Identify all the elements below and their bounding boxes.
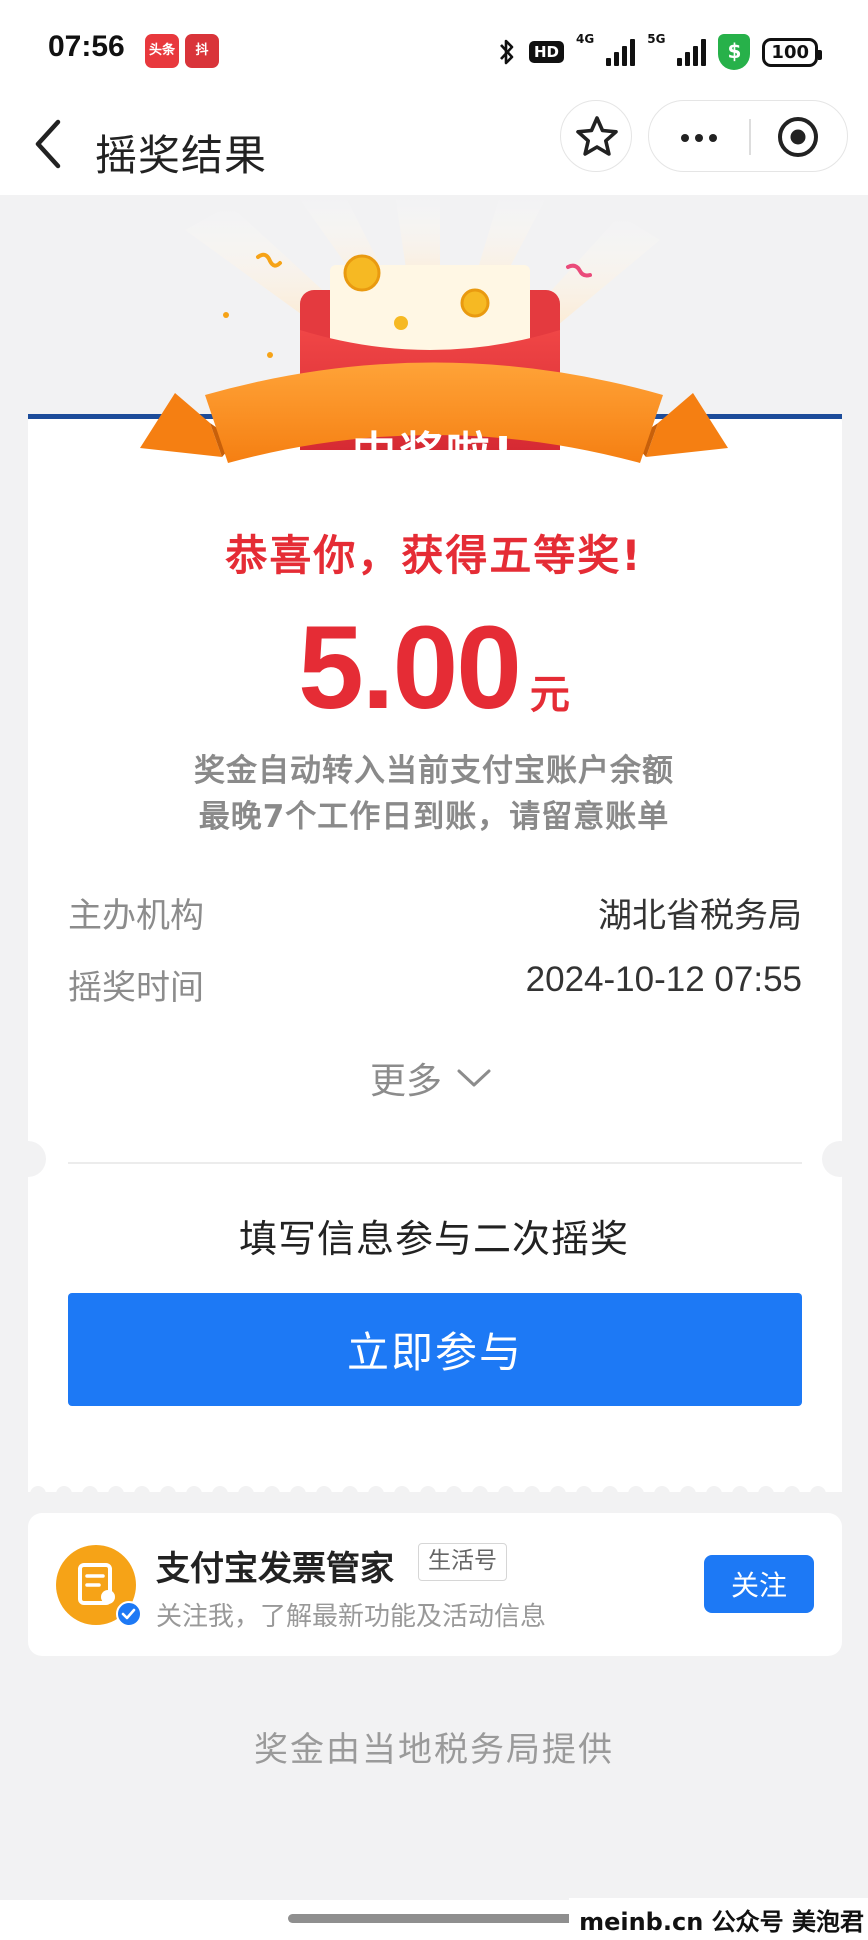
page-title: 摇奖结果 [95, 131, 268, 180]
hd-voice-icon: HD [529, 41, 565, 63]
nav-bar: 摇奖结果 [0, 100, 868, 195]
verified-badge-icon [116, 1601, 142, 1627]
more-toggle[interactable]: 更多 [370, 1050, 492, 1106]
target-circle-icon [778, 117, 818, 157]
prize-note-line-2: 最晚7个工作日到账，请留意账单 [198, 799, 670, 835]
home-indicator[interactable] [288, 1914, 582, 1923]
info-label: 主办机构 [68, 896, 204, 936]
footer-note: 奖金由当地税务局提供 [254, 1730, 614, 1770]
prize-note-line-1: 奖金自动转入当前支付宝账户余额 [194, 753, 674, 789]
signal-bars-icon [606, 38, 636, 66]
network-4g-label: 4G [576, 32, 595, 46]
info-row-organizer: 主办机构 湖北省税务局 [68, 888, 802, 938]
douyin-app-icon: 抖 [185, 34, 219, 68]
back-button[interactable] [28, 114, 88, 174]
scalloped-edge [28, 1478, 842, 1502]
info-label: 摇奖时间 [68, 968, 204, 1008]
card-divider [68, 1162, 802, 1164]
watermark: meinb.cn 公众号 美泡君 [569, 1898, 868, 1940]
join-now-button[interactable]: 立即参与 [68, 1293, 802, 1406]
bluetooth-icon [500, 39, 514, 65]
status-indicators: HD 4G 5G $ 100 [497, 32, 822, 72]
signal-bars-icon [677, 38, 707, 66]
account-description: 关注我，了解最新功能及活动信息 [156, 1602, 547, 1632]
mini-program-capsule [648, 100, 848, 172]
battery-indicator: 100 [762, 37, 822, 67]
card-notch-left [10, 1141, 46, 1177]
follow-button[interactable]: 关注 [704, 1555, 814, 1613]
network-5g-label: 5G [647, 32, 666, 46]
status-time: 07:56 [48, 30, 125, 63]
prize-unit: 元 [529, 672, 570, 718]
congrats-heading: 恭喜你，获得五等奖! [225, 531, 643, 580]
info-value: 2024-10-12 07:55 [525, 960, 802, 999]
winning-banner: 中奖啦! [0, 195, 868, 515]
more-label: 更多 [370, 1061, 443, 1102]
favorite-button[interactable] [560, 100, 632, 172]
account-name: 支付宝发票管家 [156, 1549, 394, 1589]
more-options-button[interactable] [649, 101, 749, 173]
prize-amount-row: 5.00 元 [0, 600, 868, 736]
chevron-left-icon [35, 119, 61, 169]
ribbon-text: 中奖啦! [351, 428, 517, 479]
info-value: 湖北省税务局 [598, 896, 802, 936]
security-shield-icon: $ [718, 34, 751, 70]
info-row-draw-time: 摇奖时间 2024-10-12 07:55 [68, 960, 802, 1010]
status-bar: 07:56 头条 抖 HD 4G 5G $ 100 [0, 0, 868, 100]
chevron-down-icon [457, 1069, 491, 1087]
official-account-card[interactable]: 支付宝发票管家 生活号 关注我，了解最新功能及活动信息 关注 [28, 1513, 842, 1656]
toutiao-app-icon: 头条 [145, 34, 179, 68]
close-mini-program-button[interactable] [749, 101, 849, 173]
star-icon [576, 116, 618, 156]
second-draw-title: 填写信息参与二次摇奖 [238, 1217, 629, 1261]
card-notch-right [822, 1141, 858, 1177]
prize-amount: 5.00 [298, 602, 522, 734]
account-type-tag: 生活号 [418, 1543, 507, 1581]
